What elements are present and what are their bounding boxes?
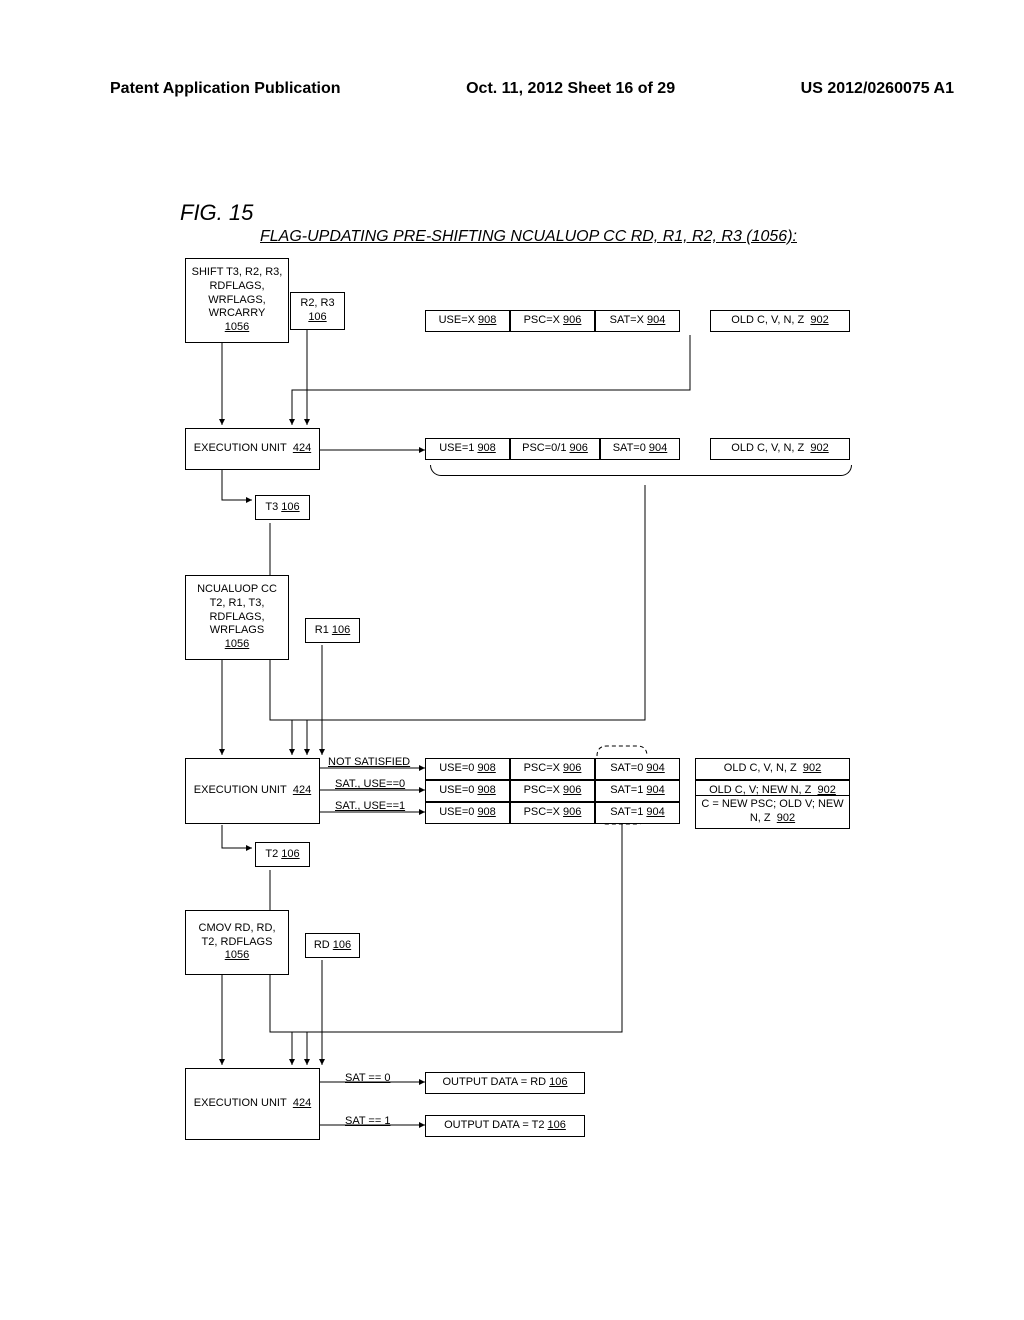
r2-r3-box: R2, R3 106 [290,292,345,330]
exec-unit-3: EXECUTION UNIT 424 [185,1068,320,1140]
use-3a: USE=0 908 [425,758,510,780]
exec-unit-1: EXECUTION UNIT 424 [185,428,320,470]
flags-3a: OLD C, V, N, Z 902 [695,758,850,780]
edge-sat0: SAT == 0 [345,1072,390,1084]
brace-row2 [430,465,852,476]
edge-not-satisfied: NOT SATISFIED [328,756,410,768]
figure-title: FLAG-UPDATING PRE-SHIFTING NCUALUOP CC R… [260,228,797,246]
exec-unit-2: EXECUTION UNIT 424 [185,758,320,824]
shift-op-box: SHIFT T3, R2, R3, RDFLAGS, WRFLAGS, WRCA… [185,258,289,343]
sat-3c: SAT=1 904 [595,802,680,824]
psc-3c: PSC=X 906 [510,802,595,824]
sat-3a: SAT=0 904 [595,758,680,780]
header-right: US 2012/0260075 A1 [801,80,954,98]
psc-3b: PSC=X 906 [510,780,595,802]
header-middle: Oct. 11, 2012 Sheet 16 of 29 [466,80,675,98]
psc-row2: PSC=0/1 906 [510,438,600,460]
figure-label: FIG. 15 [180,200,253,226]
output-rd: OUTPUT DATA = RD 106 [425,1072,585,1094]
flags-row1: OLD C, V, N, Z 902 [710,310,850,332]
r1-box: R1 106 [305,618,360,643]
edge-sat-use0: SAT., USE==0 [335,778,405,790]
cmov-box: CMOV RD, RD, T2, RDFLAGS 1056 [185,910,289,975]
t3-box: T3 106 [255,495,310,520]
ncualuop-box: NCUALUOP CC T2, R1, T3, RDFLAGS, WRFLAGS… [185,575,289,660]
sat-3b: SAT=1 904 [595,780,680,802]
output-t2: OUTPUT DATA = T2 106 [425,1115,585,1137]
sat-row1: SAT=X 904 [595,310,680,332]
edge-sat-use1: SAT., USE==1 [335,800,405,812]
use-3b: USE=0 908 [425,780,510,802]
flags-3c: C = NEW PSC; OLD V; NEW N, Z 902 [695,795,850,829]
use-row1: USE=X 908 [425,310,510,332]
flags-row2: OLD C, V, N, Z 902 [710,438,850,460]
psc-row1: PSC=X 906 [510,310,595,332]
edge-sat1: SAT == 1 [345,1115,390,1127]
use-3c: USE=0 908 [425,802,510,824]
rd-box: RD 106 [305,933,360,958]
header-left: Patent Application Publication [110,80,341,98]
t2-box: T2 106 [255,842,310,867]
use-row2: USE=1 908 [425,438,510,460]
psc-3a: PSC=X 906 [510,758,595,780]
sat-row2: SAT=0 904 [600,438,680,460]
